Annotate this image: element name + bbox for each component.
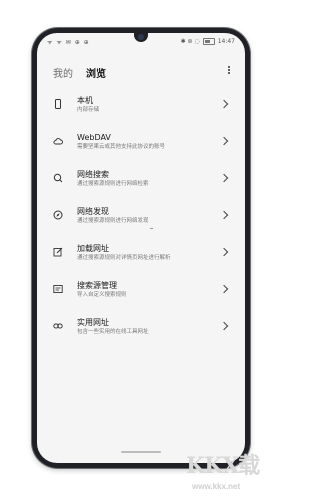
chevron-right-icon — [219, 99, 229, 109]
item-title: WebDAV — [77, 133, 111, 142]
status-right: ✱ ⊚ ◌ 14:47 — [181, 38, 235, 45]
chevron-right-icon — [219, 284, 229, 294]
browse-list: 本机 内部存储 WebDAV 需要坚果云或其他支持此协议的账号 网络搜索 通过搜… — [37, 96, 245, 355]
item-title: 加载网址 — [77, 244, 109, 253]
item-subtitle: 导入自定义搜索规则 — [77, 292, 127, 298]
status-bar: ᯤ ᯤ ✉ ⊕ ⊕ ✱ ⊚ ◌ 14:47 — [37, 33, 245, 49]
site-watermark: KKX载 www.kkx.net — [182, 446, 277, 498]
cloud-icon — [53, 138, 63, 145]
list-item-web-search[interactable]: 网络搜索 通过搜索源规则进行网络检索 — [37, 170, 245, 207]
list-item-load-url[interactable]: 加载网址 通过搜索源规则对详情页网址进行解析 — [37, 244, 245, 281]
status-right-icons: ✱ ⊚ ◌ — [180, 38, 200, 45]
item-subtitle: 内部存储 — [77, 107, 100, 113]
item-title: 实用网址 — [77, 318, 109, 327]
link-icon — [53, 323, 63, 329]
battery-icon — [202, 38, 215, 45]
item-title: 搜索源管理 — [77, 281, 117, 290]
item-title: 网络发现 — [77, 207, 109, 216]
list-item-source-manage[interactable]: 搜索源管理 导入自定义搜索规则 — [37, 281, 245, 318]
list-item-useful-urls[interactable]: 实用网址 包含一些实用的在线工具网址 — [37, 318, 245, 355]
app-bar: 我的 浏览 — [37, 60, 245, 84]
phone-screen: ᯤ ᯤ ✉ ⊕ ⊕ ✱ ⊚ ◌ 14:47 我的 浏览 本机 内部存储 WebD… — [37, 33, 245, 463]
divider-mark — [150, 228, 153, 229]
edit-icon — [53, 247, 63, 257]
phone-icon — [55, 99, 61, 109]
compass-icon — [53, 210, 63, 220]
watermark-logo: KKX载 — [186, 453, 260, 479]
status-time: 14:47 — [217, 38, 235, 45]
item-title: 网络搜索 — [77, 170, 109, 179]
item-title: 本机 — [77, 96, 93, 105]
tab-mine[interactable]: 我的 — [53, 65, 73, 80]
item-subtitle: 包含一些实用的在线工具网址 — [77, 329, 149, 335]
tab-browse[interactable]: 浏览 — [86, 65, 106, 80]
chevron-right-icon — [219, 247, 229, 257]
search-icon — [53, 173, 63, 183]
chevron-right-icon — [219, 210, 229, 220]
list-item-webdav[interactable]: WebDAV 需要坚果云或其他支持此协议的账号 — [37, 133, 245, 170]
item-subtitle: 通过搜索源规则对详情页网址进行解析 — [77, 255, 171, 261]
item-subtitle: 通过搜索源规则进行网络发现 — [77, 218, 149, 224]
source-icon — [53, 285, 63, 293]
home-indicator[interactable] — [121, 451, 161, 453]
list-item-local[interactable]: 本机 内部存储 — [37, 96, 245, 133]
status-left-icons: ᯤ ᯤ ✉ ⊕ ⊕ — [47, 39, 90, 46]
chevron-right-icon — [219, 136, 229, 146]
list-item-web-discover[interactable]: 网络发现 通过搜索源规则进行网络发现 — [37, 207, 245, 244]
item-subtitle: 需要坚果云或其他支持此协议的账号 — [77, 144, 166, 150]
more-vert-icon[interactable] — [227, 65, 231, 77]
item-subtitle: 通过搜索源规则进行网络检索 — [77, 181, 149, 187]
chevron-right-icon — [219, 321, 229, 331]
watermark-url: www.kkx.net — [192, 482, 241, 491]
chevron-right-icon — [219, 173, 229, 183]
